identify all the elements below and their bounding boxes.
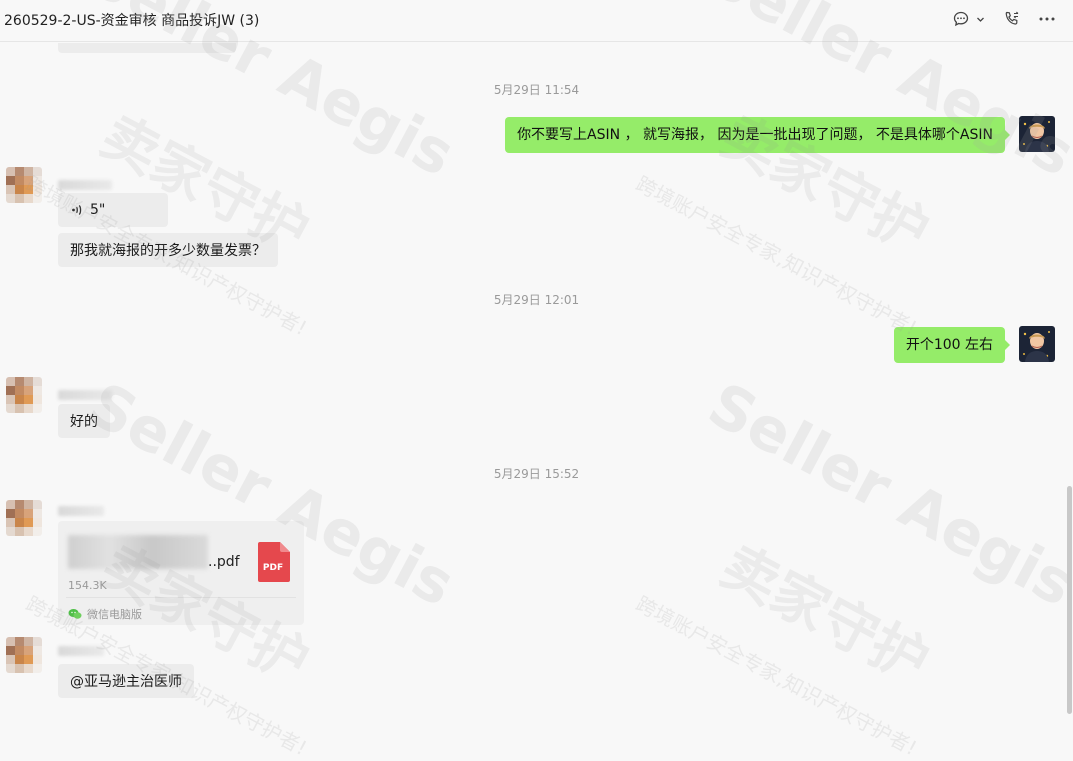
contact-avatar[interactable] [6,167,42,203]
message-list[interactable]: 5月29日 11:54 你不要写上ASIN ， 就写海报， 因为是一批出现了问题… [0,43,1073,714]
outgoing-message[interactable]: 开个100 左右 [893,327,1011,363]
more-icon[interactable] [1036,9,1058,29]
sender-name-blurred [58,646,104,656]
voice-duration: 5" [90,202,106,218]
contact-avatar[interactable] [6,637,42,673]
voice-message[interactable]: 5" [58,193,168,227]
chevron-down-icon[interactable] [974,9,986,29]
message-bubble-partial [58,43,236,53]
chat-title: 260529-2-US-资金审核 商品投诉JW (3) [4,13,260,29]
chat-icon[interactable] [951,9,971,29]
sender-name-blurred [58,180,112,190]
file-source: 微信电脑版 [68,606,142,622]
file-message[interactable]: ..pdf PDF 154.3K 微信电脑版 [58,521,304,625]
self-avatar[interactable] [1019,116,1055,152]
chat-header: 260529-2-US-资金审核 商品投诉JW (3) [0,0,1073,42]
incoming-message[interactable]: 好的 [58,404,110,438]
file-name: ..pdf [208,554,240,570]
sender-name-blurred [58,390,112,400]
file-size: 154.3K [68,579,107,592]
incoming-message[interactable]: 那我就海报的开多少数量发票？ [58,233,278,267]
sender-name-blurred [58,506,104,516]
wechat-icon [68,609,82,619]
incoming-message[interactable]: @亚马逊主治医师 [58,664,194,698]
file-name-blurred [68,535,208,569]
voice-icon [72,205,82,215]
outgoing-message[interactable]: 你不要写上ASIN ， 就写海报， 因为是一批出现了问题， 不是具体哪个ASIN [505,117,1010,153]
timestamp: 5月29日 11:54 [493,83,580,97]
call-icon[interactable] [1001,9,1023,29]
contact-avatar[interactable] [6,500,42,536]
contact-avatar[interactable] [6,377,42,413]
pdf-badge-text: PDF [263,563,283,573]
timestamp: 5月29日 12:01 [493,293,580,307]
scrollbar[interactable] [1067,486,1072,714]
self-avatar[interactable] [1019,326,1055,362]
divider [66,597,296,598]
timestamp: 5月29日 15:52 [493,467,580,481]
pdf-file-icon: PDF [258,542,290,582]
file-source-label: 微信电脑版 [87,608,142,621]
